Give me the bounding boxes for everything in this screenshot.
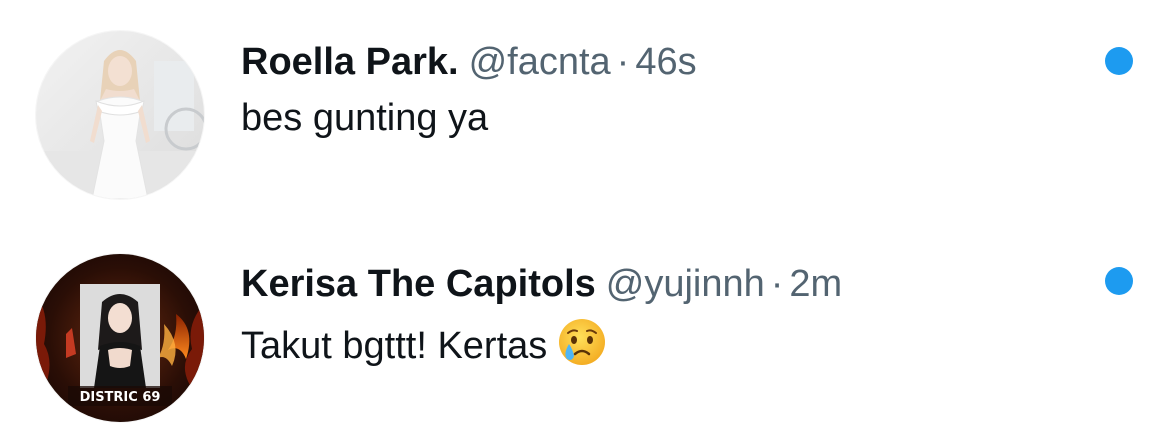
unread-indicator-icon <box>1105 47 1133 75</box>
list-item[interactable]: DISTRIC 69 Kerisa The Capitols @yujinnh · 2… <box>0 222 1169 422</box>
unread-indicator-icon <box>1105 267 1133 295</box>
timestamp[interactable]: 2m <box>789 263 842 305</box>
message-text: bes gunting ya <box>241 97 489 139</box>
separator-dot: · <box>616 41 630 83</box>
avatar[interactable] <box>36 31 204 199</box>
notification-header: Roella Park. @facnta · 46s <box>241 40 697 84</box>
avatar-woman-white-dress-icon <box>36 31 204 199</box>
notification-text: bes gunting ya <box>241 95 488 141</box>
separator-dot: · <box>770 263 784 305</box>
notification-header: Kerisa The Capitols @yujinnh · 2m <box>241 262 842 306</box>
user-handle[interactable]: @yujinnh <box>606 263 765 305</box>
message-text: Takut bgttt! Kertas <box>241 325 548 367</box>
display-name[interactable]: Kerisa The Capitols <box>241 263 596 305</box>
avatar[interactable]: DISTRIC 69 <box>36 254 204 422</box>
notification-timeline: Roella Park. @facnta · 46s bes gunting ya <box>0 0 1169 428</box>
avatar-caption: DISTRIC 69 <box>80 390 161 405</box>
crying-face-icon <box>557 317 607 367</box>
notification-text: Takut bgttt! Kertas <box>241 317 607 369</box>
user-handle[interactable]: @facnta <box>469 41 611 83</box>
list-item[interactable]: Roella Park. @facnta · 46s bes gunting ya <box>0 0 1169 200</box>
timestamp[interactable]: 46s <box>635 41 696 83</box>
display-name[interactable]: Roella Park. <box>241 41 459 83</box>
avatar-distric-69-icon: DISTRIC 69 <box>36 254 204 422</box>
